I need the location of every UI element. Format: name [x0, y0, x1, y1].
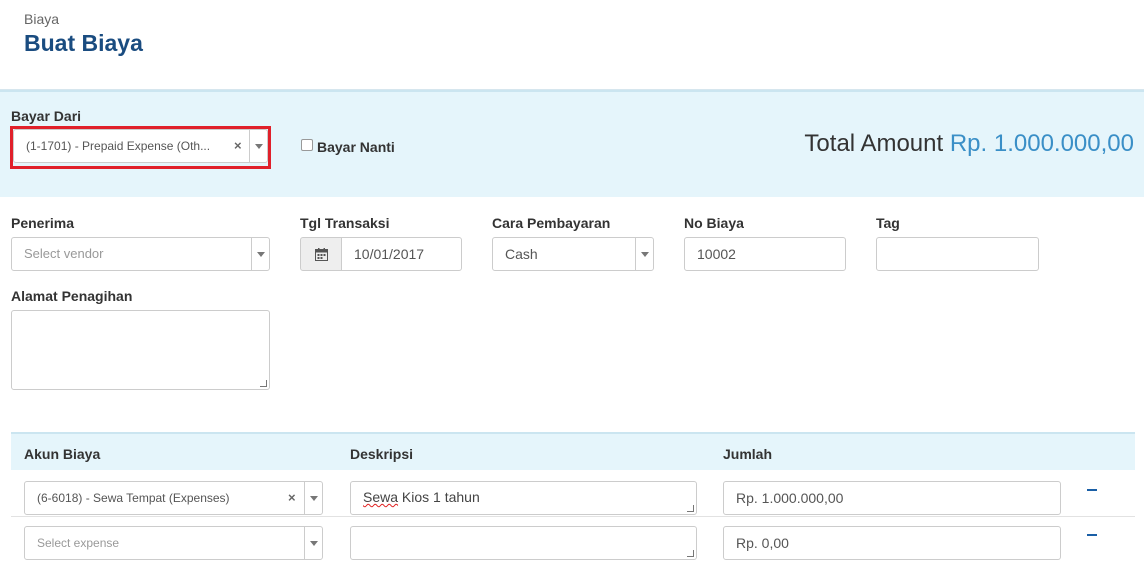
minus-icon[interactable]: [1087, 534, 1097, 536]
deskripsi-misspelled-word: Sewa: [363, 489, 399, 505]
highlight-box: [10, 126, 271, 169]
akun-biaya-value: (6-6018) - Sewa Tempat (Expenses): [37, 491, 230, 505]
th-akun-biaya: Akun Biaya: [24, 446, 101, 462]
page-header: Biaya Buat Biaya: [0, 0, 1144, 90]
resize-handle[interactable]: [260, 380, 267, 387]
breadcrumb[interactable]: Biaya: [24, 11, 59, 27]
cara-pembayaran-label: Cara Pembayaran: [492, 215, 611, 231]
minus-icon[interactable]: [1087, 489, 1097, 491]
chevron-down-icon[interactable]: [304, 482, 322, 514]
tag-label: Tag: [876, 215, 900, 231]
total-amount: Total Amount Rp. 1.000.000,00: [804, 130, 1134, 158]
penerima-select[interactable]: Select vendor: [11, 237, 270, 271]
calendar-icon: [315, 248, 328, 261]
deskripsi-textarea[interactable]: Sewa Kios 1 tahun: [350, 481, 697, 515]
row-divider: [11, 516, 1135, 517]
no-biaya-label: No Biaya: [684, 215, 744, 231]
akun-biaya-select[interactable]: Select expense: [24, 526, 323, 560]
bayar-dari-label: Bayar Dari: [11, 108, 82, 124]
tag-input[interactable]: [876, 237, 1039, 271]
resize-handle[interactable]: [687, 550, 694, 557]
chevron-down-icon[interactable]: [251, 238, 269, 270]
alamat-penagihan-textarea[interactable]: [11, 310, 270, 390]
bayar-nanti-label: Bayar Nanti: [317, 139, 395, 155]
th-deskripsi: Deskripsi: [350, 446, 414, 462]
total-amount-label: Total Amount: [804, 130, 944, 157]
akun-biaya-select[interactable]: (6-6018) - Sewa Tempat (Expenses) ×: [24, 481, 323, 515]
no-biaya-input[interactable]: 10002: [684, 237, 846, 271]
chevron-down-icon[interactable]: [635, 238, 653, 270]
clear-icon[interactable]: ×: [288, 482, 296, 514]
date-addon[interactable]: [300, 237, 342, 271]
chevron-down-icon[interactable]: [304, 527, 322, 559]
deskripsi-text: Kios 1 tahun: [398, 489, 480, 505]
tgl-transaksi-input[interactable]: 10/01/2017: [341, 237, 462, 271]
th-jumlah: Jumlah: [723, 446, 773, 462]
bayar-nanti-checkbox[interactable]: [301, 139, 313, 151]
cara-pembayaran-select[interactable]: Cash: [492, 237, 654, 271]
expense-table-header: Akun Biaya Deskripsi Jumlah: [11, 432, 1135, 470]
resize-handle[interactable]: [687, 505, 694, 512]
deskripsi-textarea[interactable]: [350, 526, 697, 560]
jumlah-input[interactable]: Rp. 0,00: [723, 526, 1061, 560]
penerima-placeholder: Select vendor: [24, 246, 104, 261]
alamat-penagihan-label: Alamat Penagihan: [11, 288, 133, 304]
penerima-label: Penerima: [11, 215, 75, 231]
jumlah-input[interactable]: Rp. 1.000.000,00: [723, 481, 1061, 515]
tgl-transaksi-label: Tgl Transaksi: [300, 215, 390, 231]
akun-biaya-placeholder: Select expense: [37, 536, 120, 550]
total-amount-value: Rp. 1.000.000,00: [949, 130, 1134, 157]
cara-pembayaran-value: Cash: [505, 246, 538, 262]
page-title: Buat Biaya: [24, 30, 143, 56]
